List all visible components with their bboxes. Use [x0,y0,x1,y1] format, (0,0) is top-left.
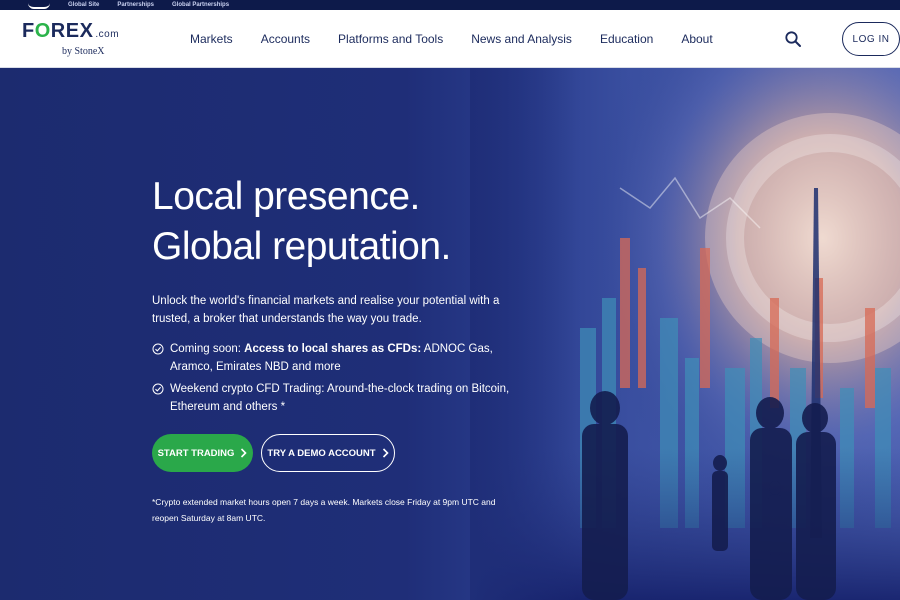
nav-about[interactable]: About [681,32,712,46]
bullet-weekend-crypto: Weekend crypto CFD Trading: Around-the-c… [152,380,512,416]
hero-cta-row: START TRADING TRY A DEMO ACCOUNT [152,434,512,472]
hero-bullet-list: Coming soon: Access to local shares as C… [152,340,512,416]
check-circle-icon [152,343,164,355]
hero-description: Unlock the world's financial markets and… [152,295,500,325]
search-icon[interactable] [784,30,802,48]
hero-content: Local presence. Global reputation. Unloc… [152,172,512,526]
start-trading-button[interactable]: START TRADING [152,434,253,472]
chevron-right-icon [241,448,248,458]
main-nav: Markets Accounts Platforms and Tools New… [190,10,713,68]
site-header: F O REX .com by StoneX Markets Accounts Pla… [0,10,900,68]
try-demo-account-button[interactable]: TRY A DEMO ACCOUNT [261,434,395,472]
bullet-text-weekend-crypto: Weekend crypto CFD Trading: Around-the-c… [170,383,510,413]
nav-platforms-and-tools[interactable]: Platforms and Tools [338,32,443,46]
utility-bar: Global Site Partnerships Global Partners… [0,0,900,10]
util-link-partnerships[interactable]: Partnerships [117,1,154,9]
chevron-right-icon [382,448,389,458]
bullet-text-local-shares: Coming soon: Access to local shares as C… [170,343,493,373]
nav-markets[interactable]: Markets [190,32,233,46]
hero-city-skyline-image [470,68,900,600]
util-link-global-partnerships[interactable]: Global Partnerships [172,1,229,9]
util-link-global-site[interactable]: Global Site [68,1,99,9]
start-trading-label: START TRADING [157,447,235,459]
forex-logo[interactable]: F O REX .com by StoneX [22,20,122,60]
nav-news-and-analysis[interactable]: News and Analysis [471,32,572,46]
logo-wordmark: F O REX .com [22,20,120,42]
check-circle-icon [152,383,164,395]
crypto-hours-footnote: *Crypto extended market hours open 7 day… [152,497,496,523]
hero-title: Local presence. Global reputation. [152,175,451,268]
login-button[interactable]: LOG IN [842,22,900,56]
logo-byline: by StoneX [62,46,105,57]
try-demo-label: TRY A DEMO ACCOUNT [267,447,376,459]
nav-education[interactable]: Education [600,32,653,46]
nav-accounts[interactable]: Accounts [261,32,310,46]
hero-section: Local presence. Global reputation. Unloc… [0,68,900,600]
bullet-local-shares: Coming soon: Access to local shares as C… [152,340,512,376]
region-selector-icon[interactable] [28,1,50,9]
